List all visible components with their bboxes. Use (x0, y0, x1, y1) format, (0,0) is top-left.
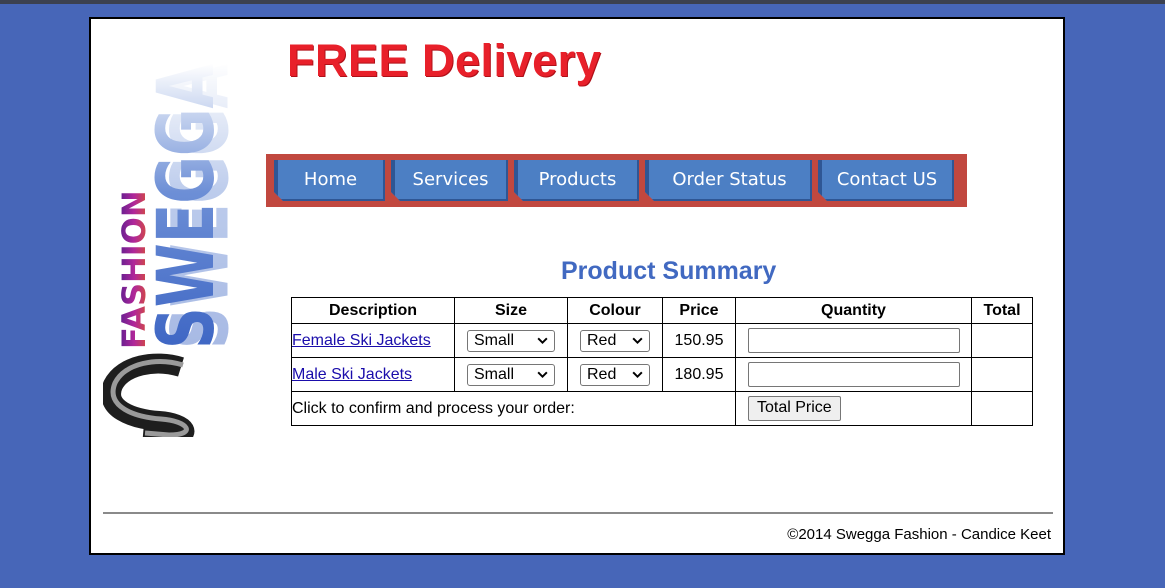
header-quantity: Quantity (735, 297, 972, 324)
nav-services-button[interactable]: Services (391, 160, 508, 201)
chevron-down-icon (632, 371, 643, 379)
svg-text:SWEGGA: SWEGGA (141, 64, 232, 349)
total-price-button[interactable]: Total Price (748, 396, 841, 421)
quantity-input[interactable] (747, 328, 960, 353)
product-summary-table: Description Size Colour Price Quantity T… (291, 297, 1033, 426)
svg-text:FASHION: FASHION (115, 190, 153, 349)
confirm-row: Click to confirm and process your order:… (291, 391, 1033, 426)
total-cell (971, 357, 1033, 392)
price-cell: 150.95 (662, 323, 736, 358)
browser-top-edge (0, 0, 1165, 4)
header-colour: Colour (567, 297, 663, 324)
size-select[interactable]: Small (467, 363, 555, 386)
quantity-input[interactable] (747, 362, 960, 387)
size-select-value: Small (474, 365, 515, 383)
colour-select-value: Red (587, 365, 617, 383)
footer-divider (103, 512, 1053, 514)
header-total: Total (971, 297, 1033, 324)
price-cell: 180.95 (662, 357, 736, 392)
size-select[interactable]: Small (467, 329, 555, 352)
grand-total-cell (971, 391, 1033, 426)
swegga-fashion-logo: SWEGGA SWEGGA FASHION (103, 64, 247, 437)
colour-select-value: Red (587, 331, 617, 349)
nav-home-button[interactable]: Home (274, 160, 385, 201)
chevron-down-icon (537, 337, 548, 345)
product-link-male-ski-jackets[interactable]: Male Ski Jackets (292, 366, 412, 383)
free-delivery-banner: FREE Delivery (287, 35, 602, 86)
header-description: Description (291, 297, 455, 324)
colour-select[interactable]: Red (580, 363, 650, 386)
table-row: Female Ski Jackets Small Red 150.95 (291, 323, 1033, 358)
product-summary-heading: Product Summary (561, 257, 777, 285)
page-container: SWEGGA SWEGGA FASHION FREE Delivery Home… (89, 17, 1065, 555)
confirm-text: Click to confirm and process your order: (291, 391, 736, 426)
table-row: Male Ski Jackets Small Red 180.95 (291, 357, 1033, 392)
product-link-female-ski-jackets[interactable]: Female Ski Jackets (292, 332, 431, 349)
nav-products-button[interactable]: Products (514, 160, 639, 201)
nav-contact-us-button[interactable]: Contact US (818, 160, 954, 201)
colour-select[interactable]: Red (580, 329, 650, 352)
header-price: Price (662, 297, 736, 324)
table-header-row: Description Size Colour Price Quantity T… (291, 297, 1033, 324)
chevron-down-icon (632, 337, 643, 345)
total-cell (971, 323, 1033, 358)
nav-order-status-button[interactable]: Order Status (645, 160, 812, 201)
main-nav: Home Services Products Order Status Cont… (266, 154, 967, 207)
chevron-down-icon (537, 371, 548, 379)
header-size: Size (454, 297, 568, 324)
footer-copyright: ©2014 Swegga Fashion - Candice Keet (787, 526, 1051, 543)
size-select-value: Small (474, 331, 515, 349)
